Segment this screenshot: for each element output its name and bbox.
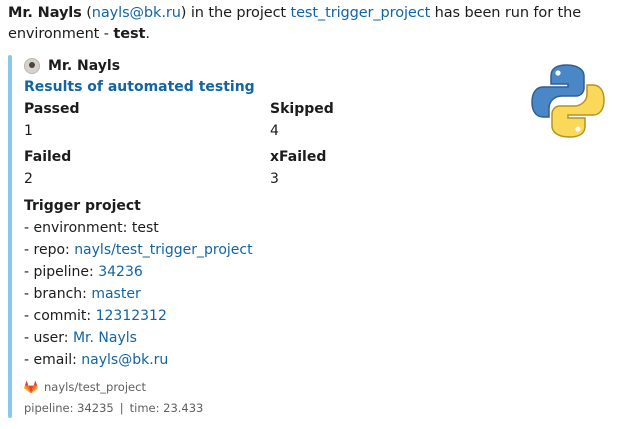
trigger-environment-line: - environment: test	[24, 217, 253, 239]
user-link[interactable]: Mr. Nayls	[73, 330, 137, 346]
avatar-icon	[24, 58, 40, 74]
field-failed: Failed 2	[24, 146, 71, 190]
line-label: - repo:	[24, 242, 75, 258]
pipeline-link[interactable]: 34236	[98, 264, 143, 280]
message-text: Mr. Nayls (nayls@bk.ru) in the project t…	[8, 3, 608, 45]
field-xfailed: xFailed 3	[270, 146, 326, 190]
footer-time: time: 23.433	[129, 401, 204, 415]
message-project-link[interactable]: test_trigger_project	[291, 5, 431, 21]
line-label: - email:	[24, 352, 82, 368]
trigger-branch-line: - branch: master	[24, 283, 253, 305]
branch-link[interactable]: master	[91, 286, 140, 302]
trigger-pipeline-line: - pipeline: 34236	[24, 261, 253, 283]
trigger-commit-line: - commit: 12312312	[24, 305, 253, 327]
message-environment: test	[113, 26, 146, 42]
attachment-author: Mr. Nayls	[24, 57, 120, 75]
field-value: 4	[270, 123, 279, 139]
field-skipped: Skipped 4	[270, 98, 334, 142]
line-label: - user:	[24, 330, 73, 346]
environment-value: test	[131, 220, 159, 236]
message-text-part: .	[145, 26, 150, 42]
footer-project: nayls/test_project	[24, 379, 146, 395]
line-label: - branch:	[24, 286, 92, 302]
trigger-repo-line: - repo: nayls/test_trigger_project	[24, 239, 253, 261]
attachment-footer: pipeline: 34235 | time: 23.433	[24, 401, 203, 415]
field-label: Skipped	[270, 101, 334, 117]
field-value: 2	[24, 171, 33, 187]
message-email-link[interactable]: nayls@bk.ru	[92, 5, 181, 21]
trigger-project-block: Trigger project - environment: test - re…	[24, 195, 253, 371]
trigger-project-title: Trigger project	[24, 198, 141, 214]
field-label: xFailed	[270, 149, 327, 165]
message-text-part: ) in the project	[180, 5, 291, 21]
footer-project-name: nayls/test_project	[44, 380, 146, 394]
message-text-part: (	[81, 5, 92, 21]
email-link[interactable]: nayls@bk.ru	[81, 352, 168, 368]
commit-link[interactable]: 12312312	[96, 308, 167, 324]
field-label: Passed	[24, 101, 80, 117]
trigger-user-line: - user: Mr. Nayls	[24, 327, 253, 349]
line-label: - environment:	[24, 220, 132, 236]
attachment-title-link[interactable]: Results of automated testing	[24, 79, 255, 95]
attachment: Mr. Nayls Results of automated testing P…	[8, 55, 612, 418]
attachment-color-bar	[8, 55, 12, 418]
field-value: 3	[270, 171, 279, 187]
repo-link[interactable]: nayls/test_trigger_project	[74, 242, 252, 258]
line-label: - commit:	[24, 308, 96, 324]
attachment-author-name: Mr. Nayls	[48, 58, 121, 74]
field-value: 1	[24, 123, 33, 139]
footer-pipeline: pipeline: 34235	[24, 401, 114, 415]
message-user-name: Mr. Nayls	[8, 5, 82, 21]
line-label: - pipeline:	[24, 264, 99, 280]
field-passed: Passed 1	[24, 98, 80, 142]
python-logo-icon	[531, 64, 605, 138]
footer-separator: |	[119, 401, 124, 415]
trigger-email-line: - email: nayls@bk.ru	[24, 349, 253, 371]
field-label: Failed	[24, 149, 72, 165]
gitlab-icon	[24, 380, 38, 393]
